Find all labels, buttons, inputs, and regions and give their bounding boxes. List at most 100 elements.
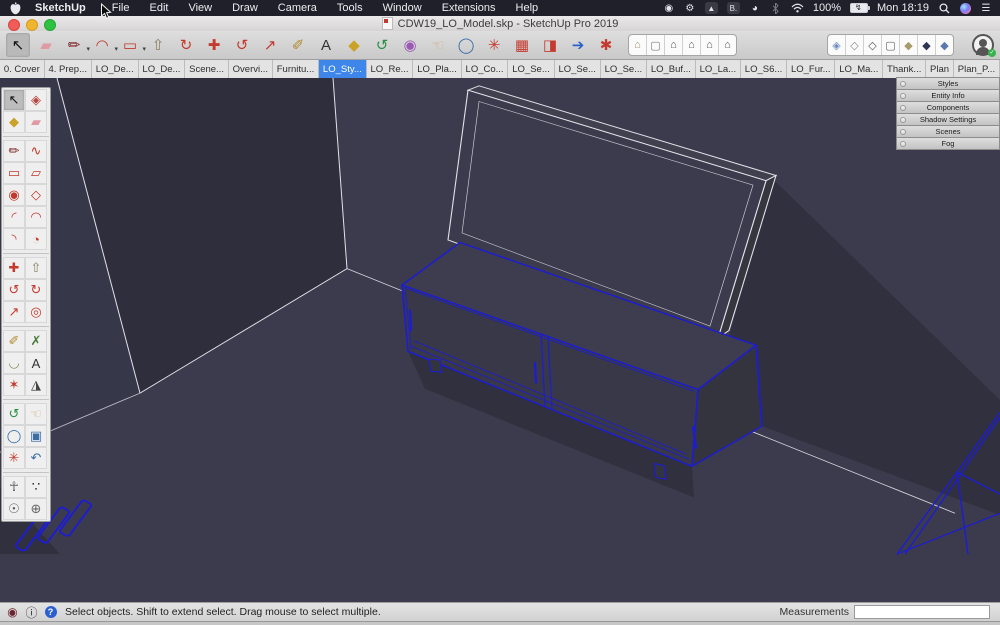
model-viewport[interactable]	[0, 78, 1000, 602]
style-monochrome-button[interactable]: ◆	[935, 35, 953, 55]
pie-tool[interactable]: ◔	[25, 228, 47, 250]
scene-tab-16[interactable]: LO_S6...	[741, 60, 787, 78]
follow-me-tool[interactable]: ↻	[25, 279, 47, 301]
close-window-button[interactable]	[8, 19, 20, 31]
push-pull-tool[interactable]: ⇧	[25, 257, 47, 279]
menu-item-file[interactable]: File	[102, 2, 140, 14]
tray-knob-icon[interactable]	[900, 81, 906, 87]
box-app-icon[interactable]: B.	[727, 2, 740, 14]
style-textured-button[interactable]: ◆	[917, 35, 935, 55]
model-info-icon[interactable]: ⓘ	[25, 606, 38, 619]
scene-tab-1[interactable]: 4. Prep...	[45, 60, 92, 78]
push-pull-tool[interactable]: ⇧	[146, 33, 170, 57]
previous-view-tool[interactable]: ↶	[25, 447, 47, 469]
view-back-button[interactable]: ⌂	[700, 35, 718, 55]
style-back-edges-button[interactable]: ◇	[845, 35, 863, 55]
polygon-tool[interactable]: ◇	[25, 184, 47, 206]
dimension-tool[interactable]: ✗	[25, 330, 47, 352]
paint-bucket-tool[interactable]: ◆	[342, 33, 366, 57]
scene-tab-12[interactable]: LO_Se...	[555, 60, 601, 78]
bluetooth-icon[interactable]	[770, 1, 782, 15]
sync-settings-icon[interactable]: ⚙	[684, 1, 696, 15]
scale-tool[interactable]: ↗	[3, 301, 25, 323]
scene-tab-15[interactable]: LO_La...	[696, 60, 741, 78]
tape-measure-tool[interactable]: ✐	[3, 330, 25, 352]
menu-item-draw[interactable]: Draw	[222, 2, 268, 14]
text-tool[interactable]: A	[314, 33, 338, 57]
tray-panel-shadow-settings[interactable]: Shadow Settings	[896, 114, 1000, 126]
axes-tool[interactable]: ✶	[3, 374, 25, 396]
scene-tab-9[interactable]: LO_Pla...	[413, 60, 461, 78]
pan-tool[interactable]: ☜	[426, 33, 450, 57]
scene-tab-21[interactable]: Plan_P...	[954, 60, 1000, 78]
battery-icon[interactable]: ↯	[850, 3, 868, 13]
menu-item-edit[interactable]: Edit	[139, 2, 178, 14]
rectangle-tool[interactable]: ▭	[3, 162, 25, 184]
view-right-button[interactable]: ⌂	[682, 35, 700, 55]
tray-knob-icon[interactable]	[900, 105, 906, 111]
components-sampler-button[interactable]: ◨	[538, 33, 562, 57]
protractor-tool[interactable]: ◡	[3, 352, 25, 374]
spotlight-icon[interactable]	[938, 1, 950, 15]
zoom-window-button[interactable]	[44, 19, 56, 31]
arc-tool[interactable]: ◠▾	[90, 33, 114, 57]
zoom-tool[interactable]: ◯	[454, 33, 478, 57]
send-to-layout-button[interactable]: ▦	[510, 33, 534, 57]
scene-tab-8[interactable]: LO_Re...	[367, 60, 414, 78]
view-top-button[interactable]: ▢	[646, 35, 664, 55]
menu-item-view[interactable]: View	[178, 2, 222, 14]
measurements-input[interactable]	[854, 605, 990, 619]
circle-tool[interactable]: ◉	[3, 184, 25, 206]
tape-measure-tool[interactable]: ✐	[286, 33, 310, 57]
creative-cloud-icon[interactable]: ◕	[749, 1, 761, 15]
menu-item-extensions[interactable]: Extensions	[432, 2, 506, 14]
offset-tool[interactable]: ◎	[25, 301, 47, 323]
zoom-extents-tool[interactable]: ✳	[3, 447, 25, 469]
style-wireframe-button[interactable]: ◇	[863, 35, 881, 55]
paint-bucket-tool[interactable]: ◆	[3, 111, 25, 133]
screen-record-icon[interactable]: ◉	[663, 1, 675, 15]
menu-item-window[interactable]: Window	[373, 2, 432, 14]
pan-tool[interactable]: ☜	[25, 403, 47, 425]
follow-me-tool[interactable]: ↻	[174, 33, 198, 57]
walk-tool[interactable]: ∵	[25, 476, 47, 498]
rotated-rectangle-tool[interactable]: ▱	[25, 162, 47, 184]
apple-menu-icon[interactable]	[10, 2, 21, 15]
tray-panel-scenes[interactable]: Scenes	[896, 126, 1000, 138]
menu-clock[interactable]: Mon 18:19	[877, 2, 929, 14]
scene-tab-13[interactable]: LO_Se...	[601, 60, 647, 78]
extension-warehouse-button[interactable]: ✱	[594, 33, 618, 57]
account-avatar[interactable]: ✓	[972, 34, 994, 56]
export-document-button[interactable]: ➔	[566, 33, 590, 57]
arc-tool[interactable]: ◜	[3, 206, 25, 228]
move-tool[interactable]: ✚	[202, 33, 226, 57]
menu-item-tools[interactable]: Tools	[327, 2, 373, 14]
zoom-extents-tool[interactable]: ✳	[482, 33, 506, 57]
tray-panel-fog[interactable]: Fog	[896, 138, 1000, 150]
line-tool[interactable]: ✏	[3, 140, 25, 162]
tray-knob-icon[interactable]	[900, 141, 906, 147]
scene-tab-19[interactable]: Thank...	[883, 60, 926, 78]
scene-tab-20[interactable]: Plan	[926, 60, 954, 78]
tray-panel-entity-info[interactable]: Entity Info	[896, 90, 1000, 102]
rectangle-tool[interactable]: ▭▾	[118, 33, 142, 57]
scene-tab-18[interactable]: LO_Ma...	[835, 60, 883, 78]
app-menu-title[interactable]: SketchUp	[35, 2, 86, 14]
drive-icon[interactable]: ▲	[705, 2, 718, 14]
scale-tool[interactable]: ↗	[258, 33, 282, 57]
rotate-tool[interactable]: ↺	[3, 279, 25, 301]
siri-icon[interactable]	[959, 1, 971, 15]
scene-tab-4[interactable]: Scene...	[185, 60, 229, 78]
menu-item-camera[interactable]: Camera	[268, 2, 327, 14]
look-around-tool[interactable]: ☉	[3, 498, 25, 520]
rotate-tool[interactable]: ↺	[230, 33, 254, 57]
line-tool[interactable]: ✏▾	[62, 33, 86, 57]
section-plane-tool[interactable]: ⊕	[25, 498, 47, 520]
eraser-tool[interactable]: ▰	[25, 111, 47, 133]
scene-tab-10[interactable]: LO_Co...	[462, 60, 509, 78]
scene-tab-14[interactable]: LO_Buf...	[647, 60, 696, 78]
scene-tab-2[interactable]: LO_De...	[92, 60, 139, 78]
make-component-tool[interactable]: ◈	[25, 89, 47, 111]
text-tool[interactable]: A	[25, 352, 47, 374]
tray-panel-styles[interactable]: Styles	[896, 77, 1000, 90]
